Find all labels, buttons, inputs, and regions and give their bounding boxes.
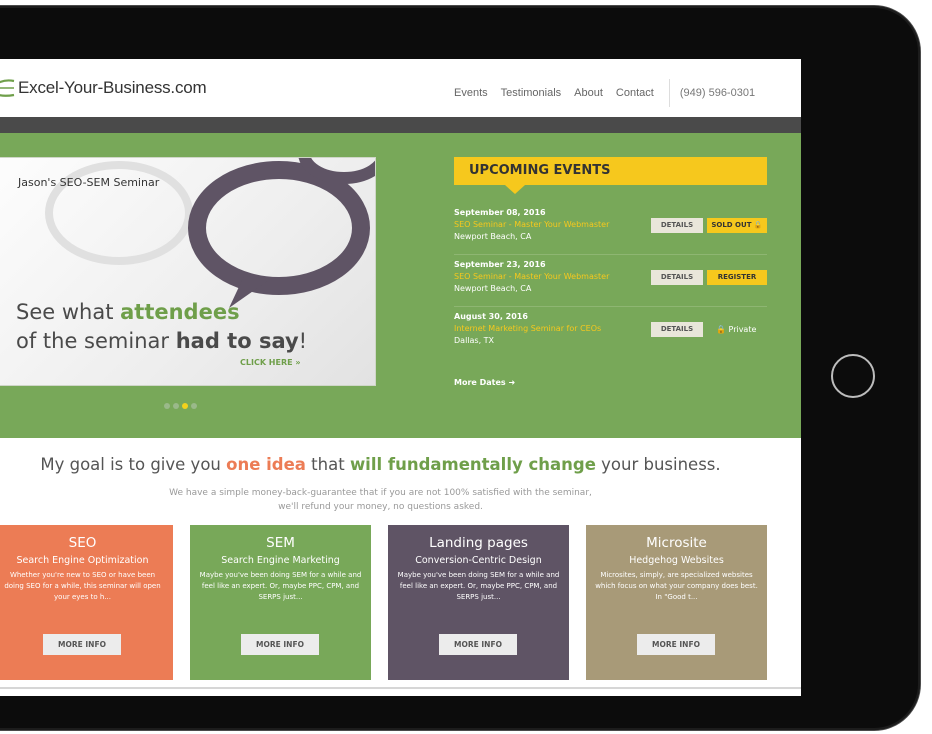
event-location: Dallas, TX	[454, 336, 495, 345]
site-header: Excel-Your-Business.com Events Testimoni…	[0, 59, 801, 117]
guarantee-text: We have a simple money-back-guarantee th…	[0, 486, 801, 514]
goal-heading: My goal is to give you one idea that wil…	[0, 455, 801, 474]
headline-bold: had to say	[175, 329, 299, 353]
goal-text: your business.	[595, 455, 721, 474]
event-title[interactable]: SEO Seminar - Master Your Webmaster	[454, 272, 609, 281]
phone-number[interactable]: (949) 596-0301	[680, 87, 755, 99]
event-title[interactable]: SEO Seminar - Master Your Webmaster	[454, 220, 609, 229]
card-subtitle: Search Engine Optimization	[16, 555, 149, 566]
card-description: Maybe you've been doing SEM for a while …	[397, 571, 560, 601]
logo-text: Excel-Your-Business.com	[18, 78, 207, 97]
event-title[interactable]: Internet Marketing Seminar for CEOs	[454, 324, 601, 333]
card-title: Landing pages	[429, 535, 528, 551]
goal-highlight-green: will fundamentally change	[349, 455, 596, 474]
more-dates-link[interactable]: More Dates ➜	[454, 378, 515, 387]
more-info-button[interactable]: MORE INFO	[241, 634, 319, 655]
card-landing-pages: Landing pages Conversion-Centric Design …	[388, 525, 569, 680]
event-item: September 08, 2016 SEO Seminar - Master …	[454, 208, 767, 255]
event-date: August 30, 2016	[454, 312, 528, 321]
events-header-arrow	[505, 185, 525, 194]
browser-screen: Excel-Your-Business.com Events Testimoni…	[0, 59, 801, 696]
nav-divider	[668, 79, 670, 107]
card-description: Whether you're new to SEO or have been d…	[4, 571, 161, 601]
card-sem: SEM Search Engine Marketing Maybe you've…	[190, 525, 371, 680]
goal-text: that	[305, 455, 350, 474]
card-description: Maybe you've been doing SEM for a while …	[199, 571, 362, 601]
screen-bottom-edge	[0, 687, 801, 689]
nav-item-contact[interactable]: Contact	[616, 87, 654, 99]
slider-dots	[164, 403, 200, 409]
details-button[interactable]: DETAILS	[651, 322, 703, 337]
upcoming-events-header: UPCOMING EVENTS	[454, 157, 767, 185]
header-dark-bar	[0, 117, 801, 133]
upcoming-events-title: UPCOMING EVENTS	[469, 163, 611, 178]
card-description: Microsites, simply, are specialized webs…	[595, 571, 758, 601]
more-info-button[interactable]: MORE INFO	[637, 634, 715, 655]
headline-text: See what	[16, 300, 121, 324]
guarantee-line: We have a simple money-back-guarantee th…	[169, 488, 592, 498]
register-button[interactable]: REGISTER	[707, 270, 767, 285]
event-separator	[454, 254, 767, 255]
card-microsite: Microsite Hedgehog Websites Microsites, …	[586, 525, 767, 680]
main-nav: Events Testimonials About Contact (949) …	[454, 79, 755, 107]
card-subtitle: Search Engine Marketing	[221, 555, 340, 566]
slider-dot[interactable]	[191, 403, 197, 409]
card-title: SEO	[68, 535, 97, 551]
slide-title: Jason's SEO-SEM Seminar	[18, 176, 160, 189]
nav-item-events[interactable]: Events	[454, 87, 488, 99]
card-subtitle: Conversion-Centric Design	[415, 555, 542, 566]
event-location: Newport Beach, CA	[454, 232, 532, 241]
headline-text: of the seminar	[16, 329, 176, 353]
card-seo: SEO Search Engine Optimization Whether y…	[0, 525, 173, 680]
headline-highlight: attendees	[120, 300, 240, 324]
card-subtitle: Hedgehog Websites	[629, 555, 724, 566]
goal-text: My goal is to give you	[40, 455, 227, 474]
slider-dot[interactable]	[164, 403, 170, 409]
details-button[interactable]: DETAILS	[651, 218, 703, 233]
card-title: SEM	[266, 535, 295, 551]
sold-out-button[interactable]: SOLD OUT 🔒	[707, 218, 767, 233]
slide-headline-line1: See what attendees	[16, 300, 240, 324]
event-item: August 30, 2016 Internet Marketing Semin…	[454, 312, 767, 359]
event-date: September 23, 2016	[454, 260, 546, 269]
card-title: Microsite	[646, 535, 707, 551]
testimonial-slide[interactable]: Jason's SEO-SEM Seminar See what attende…	[0, 157, 376, 386]
private-label: 🔒 Private	[716, 325, 757, 334]
more-info-button[interactable]: MORE INFO	[43, 634, 121, 655]
nav-item-testimonials[interactable]: Testimonials	[501, 87, 562, 99]
event-date: September 08, 2016	[454, 208, 546, 217]
logo-swoosh-icon	[0, 79, 15, 97]
goal-highlight-orange: one idea	[226, 455, 306, 474]
details-button[interactable]: DETAILS	[651, 270, 703, 285]
tablet-frame: Excel-Your-Business.com Events Testimoni…	[0, 6, 920, 730]
event-item: September 23, 2016 SEO Seminar - Master …	[454, 260, 767, 307]
click-here-link[interactable]: CLICK HERE »	[240, 358, 301, 367]
hero-section: Jason's SEO-SEM Seminar See what attende…	[0, 133, 801, 438]
event-location: Newport Beach, CA	[454, 284, 532, 293]
more-info-button[interactable]: MORE INFO	[439, 634, 517, 655]
home-button[interactable]	[831, 354, 875, 398]
slider-dot[interactable]	[173, 403, 179, 409]
headline-text: !	[298, 329, 308, 353]
site-logo[interactable]: Excel-Your-Business.com	[0, 73, 207, 103]
event-separator	[454, 306, 767, 307]
nav-item-about[interactable]: About	[574, 87, 603, 99]
slider-dot-active[interactable]	[182, 403, 188, 409]
slide-headline-line2: of the seminar had to say!	[16, 329, 307, 353]
guarantee-line: we'll refund your money, no questions as…	[278, 502, 483, 512]
